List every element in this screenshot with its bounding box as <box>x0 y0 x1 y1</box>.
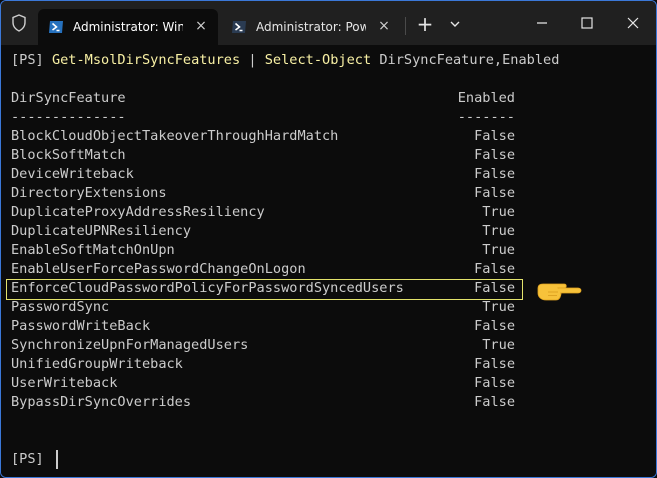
shield-icon <box>12 14 26 32</box>
header-feature: DirSyncFeature <box>11 90 126 106</box>
window-close-icon[interactable] <box>612 9 654 37</box>
maximize-icon[interactable] <box>566 9 608 37</box>
row-enabled: False <box>474 394 515 410</box>
row-enabled: False <box>474 128 515 144</box>
cmdlet: Get-MsolDirSyncFeatures <box>51 52 241 68</box>
tab-label: Administrator: PowerShell <box>256 20 366 34</box>
row-enabled: False <box>474 261 515 277</box>
text-cursor <box>56 450 58 469</box>
row-feature: BlockSoftMatch <box>11 147 126 163</box>
plus-icon[interactable]: + <box>414 13 436 35</box>
tab-divider <box>405 17 406 35</box>
row-enabled: False <box>474 318 515 334</box>
row-enabled: True <box>482 337 515 353</box>
prompt: [PS] <box>11 52 44 68</box>
row-feature: DeviceWriteback <box>11 166 134 182</box>
minimize-icon[interactable] <box>521 9 563 37</box>
row-feature: EnableSoftMatchOnUpn <box>11 242 175 258</box>
title-bar: Administrator: Windows PowerShell × Admi… <box>1 1 656 45</box>
command-args: DirSyncFeature,Enabled <box>379 52 560 68</box>
row-enabled: True <box>482 204 515 220</box>
header-rule: -------------- <box>11 109 126 125</box>
tab-windows-powershell[interactable]: Administrator: Windows PowerShell × <box>38 9 218 45</box>
header-rule: ------- <box>457 109 515 125</box>
row-enabled: True <box>482 223 515 239</box>
row-feature: BypassDirSyncOverrides <box>11 394 192 410</box>
row-feature: PasswordSync <box>11 299 110 315</box>
row-feature: UserWriteback <box>11 375 118 391</box>
powershell-icon <box>232 21 246 33</box>
tab-label: Administrator: Windows PowerShell <box>73 20 183 34</box>
terminal-window: Administrator: Windows PowerShell × Admi… <box>0 0 657 478</box>
close-icon[interactable]: × <box>377 19 391 33</box>
highlight-box <box>6 279 523 300</box>
row-feature: EnableUserForcePasswordChangeOnLogon <box>11 261 306 277</box>
row-enabled: True <box>482 299 515 315</box>
pointing-hand-icon <box>537 283 582 301</box>
powershell-icon <box>49 21 63 33</box>
row-enabled: False <box>474 356 515 372</box>
cmdlet: Select-Object <box>264 52 372 68</box>
pipe: | <box>248 52 257 68</box>
row-feature: DuplicateUPNResiliency <box>11 223 192 239</box>
row-feature: DuplicateProxyAddressResiliency <box>11 204 265 220</box>
command-line: [PS] Get-MsolDirSyncFeatures | Select-Ob… <box>11 51 559 70</box>
header-enabled: Enabled <box>457 90 515 106</box>
chevron-down-icon[interactable] <box>444 13 466 35</box>
tab-powershell[interactable]: Administrator: PowerShell × <box>221 9 401 45</box>
row-feature: BlockCloudObjectTakeoverThroughHardMatch <box>11 128 339 144</box>
close-icon[interactable]: × <box>194 19 208 33</box>
row-enabled: False <box>474 185 515 201</box>
row-feature: PasswordWriteBack <box>11 318 151 334</box>
row-enabled: False <box>474 375 515 391</box>
row-feature: DirectoryExtensions <box>11 185 167 201</box>
row-feature: UnifiedGroupWriteback <box>11 356 183 372</box>
row-enabled: False <box>474 166 515 182</box>
row-feature: SynchronizeUpnForManagedUsers <box>11 337 249 353</box>
row-enabled: False <box>474 147 515 163</box>
row-enabled: True <box>482 242 515 258</box>
terminal-output[interactable]: [PS] Get-MsolDirSyncFeatures | Select-Ob… <box>1 45 656 477</box>
final-prompt: [PS] <box>11 451 44 467</box>
